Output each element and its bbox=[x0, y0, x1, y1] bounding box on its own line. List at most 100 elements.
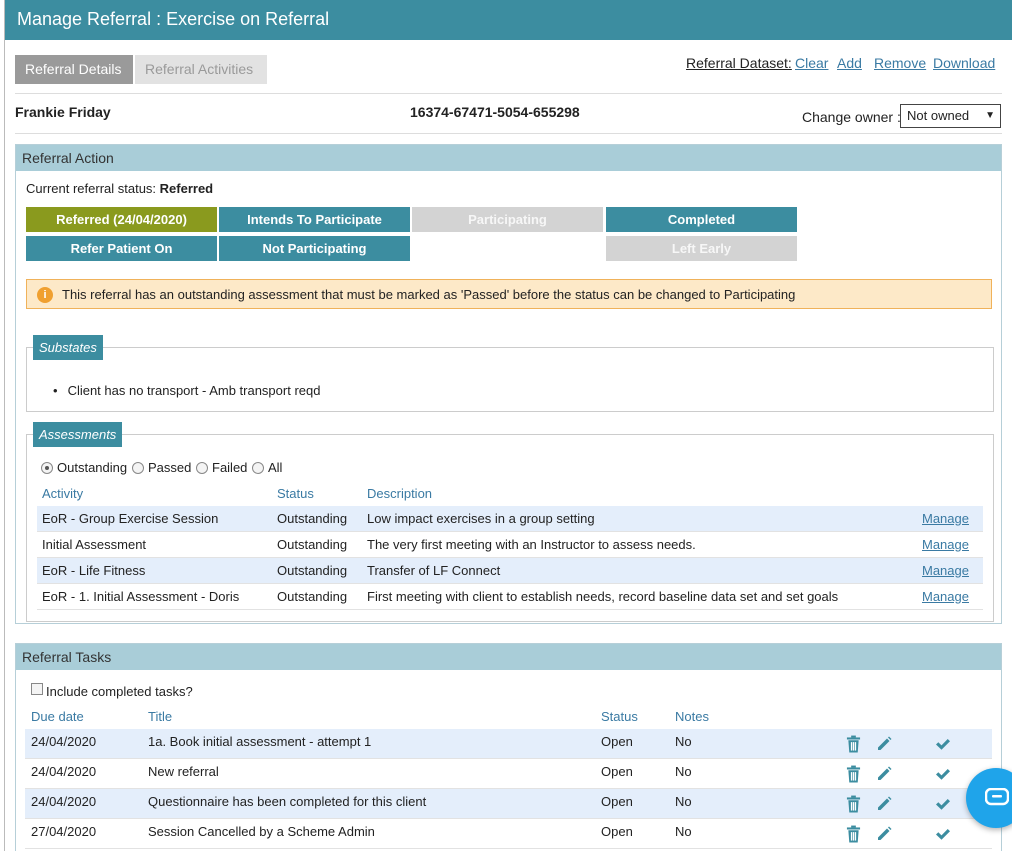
dataset-remove-link[interactable]: Remove bbox=[874, 55, 926, 71]
column-header-activity: Activity bbox=[42, 486, 84, 501]
pencil-icon[interactable] bbox=[876, 796, 892, 812]
cell-status: Open bbox=[601, 734, 633, 749]
status-button-intends-to-participate[interactable]: Intends To Participate bbox=[219, 207, 410, 232]
table-row: 24/04/2020 New referral Open No bbox=[25, 759, 992, 789]
trash-icon[interactable] bbox=[846, 735, 861, 753]
column-header-status: Status bbox=[601, 709, 638, 724]
cell-status: Open bbox=[601, 794, 633, 809]
chat-icon bbox=[985, 788, 1009, 806]
column-header-description: Description bbox=[367, 486, 433, 501]
cell-activity: EoR - Life Fitness bbox=[42, 563, 146, 578]
radio-icon[interactable] bbox=[196, 462, 208, 474]
chevron-down-icon: ▼ bbox=[985, 110, 995, 121]
cell-notes: No bbox=[675, 734, 692, 749]
cell-status: Outstanding bbox=[277, 511, 348, 526]
checkmark-icon[interactable] bbox=[935, 797, 951, 811]
filter-passed[interactable]: Passed bbox=[132, 460, 191, 475]
table-row: 24/04/2020 Questionnaire has been comple… bbox=[25, 789, 992, 819]
dataset-download-link[interactable]: Download bbox=[933, 55, 995, 71]
current-status: Current referral status: Referred bbox=[26, 181, 213, 196]
cell-activity: Initial Assessment bbox=[42, 537, 147, 552]
status-button-left-early: Left Early bbox=[606, 236, 797, 261]
cell-title: Questionnaire has been completed for thi… bbox=[148, 794, 427, 809]
substates-legend: Substates bbox=[33, 335, 103, 360]
status-button-referred[interactable]: Referred (24/04/2020) bbox=[26, 207, 217, 232]
pencil-icon[interactable] bbox=[876, 736, 892, 752]
client-reference: 16374-67471-5054-655298 bbox=[410, 104, 580, 120]
tab-referral-activities[interactable]: Referral Activities bbox=[135, 55, 267, 84]
manage-link[interactable]: Manage bbox=[922, 558, 969, 584]
cell-activity: EoR - 1. Initial Assessment - Doris bbox=[42, 589, 240, 604]
column-header-notes: Notes bbox=[675, 709, 709, 724]
filter-failed[interactable]: Failed bbox=[196, 460, 247, 475]
referral-tasks-heading: Referral Tasks bbox=[16, 644, 1001, 670]
change-owner-select[interactable]: Not owned ▼ bbox=[900, 104, 1001, 128]
status-button-completed[interactable]: Completed bbox=[606, 207, 797, 232]
radio-icon[interactable] bbox=[252, 462, 264, 474]
manage-link[interactable]: Manage bbox=[922, 584, 969, 610]
filter-all-label: All bbox=[268, 460, 283, 475]
include-completed-label: Include completed tasks? bbox=[46, 684, 193, 699]
cell-status: Outstanding bbox=[277, 537, 348, 552]
cell-due-date: 24/04/2020 bbox=[31, 764, 97, 779]
cell-due-date: 24/04/2020 bbox=[31, 734, 97, 749]
cell-notes: No bbox=[675, 764, 692, 779]
column-header-title: Title bbox=[148, 709, 173, 724]
cell-notes: No bbox=[675, 794, 692, 809]
cell-title: New referral bbox=[148, 764, 219, 779]
trash-icon[interactable] bbox=[846, 825, 861, 843]
filter-outstanding[interactable]: Outstanding bbox=[41, 460, 127, 475]
substates-fieldset: Substates • Client has no transport - Amb… bbox=[26, 335, 994, 412]
client-name: Frankie Friday bbox=[15, 104, 111, 120]
tab-referral-details[interactable]: Referral Details bbox=[15, 55, 133, 84]
filter-outstanding-label: Outstanding bbox=[57, 460, 128, 475]
referral-dataset-label: Referral Dataset: bbox=[686, 55, 792, 71]
pencil-icon[interactable] bbox=[876, 766, 892, 782]
current-status-value: Referred bbox=[159, 181, 214, 196]
status-button-refer-patient-on[interactable]: Refer Patient On bbox=[26, 236, 217, 261]
pencil-icon[interactable] bbox=[876, 826, 892, 842]
include-completed-checkbox[interactable] bbox=[31, 683, 43, 695]
cell-title: 1a. Book initial assessment - attempt 1 bbox=[148, 734, 372, 749]
cell-notes: No bbox=[675, 824, 692, 839]
filter-all[interactable]: All bbox=[252, 460, 282, 475]
table-row: Initial Assessment Outstanding The very … bbox=[37, 532, 983, 558]
manage-link[interactable]: Manage bbox=[922, 532, 969, 558]
window-title: Manage Referral : Exercise on Referral bbox=[5, 0, 1012, 40]
cell-activity: EoR - Group Exercise Session bbox=[42, 511, 219, 526]
filter-failed-label: Failed bbox=[212, 460, 248, 475]
table-row: EoR - Group Exercise Session Outstanding… bbox=[37, 506, 983, 532]
cell-due-date: 24/04/2020 bbox=[31, 794, 97, 809]
dataset-add-link[interactable]: Add bbox=[837, 55, 862, 71]
cell-description: Low impact exercises in a group setting bbox=[367, 511, 595, 526]
cell-description: The very first meeting with an Instructo… bbox=[367, 537, 696, 552]
checkmark-icon[interactable] bbox=[935, 737, 951, 751]
cell-status: Open bbox=[601, 764, 633, 779]
cell-description: Transfer of LF Connect bbox=[367, 563, 501, 578]
radio-icon[interactable] bbox=[132, 462, 144, 474]
assessments-legend: Assessments bbox=[33, 422, 123, 447]
table-row: 24/04/2020 1a. Book initial assessment -… bbox=[25, 729, 992, 759]
radio-checked-icon[interactable] bbox=[41, 462, 53, 474]
cell-description: First meeting with client to establish n… bbox=[367, 589, 839, 604]
warning-text: This referral has an outstanding assessm… bbox=[62, 287, 796, 302]
checkmark-icon[interactable] bbox=[935, 767, 951, 781]
manage-link[interactable]: Manage bbox=[922, 506, 969, 532]
change-owner-label: Change owner : bbox=[802, 109, 901, 125]
dataset-clear-link[interactable]: Clear bbox=[795, 55, 828, 71]
cell-status: Outstanding bbox=[277, 589, 348, 604]
cell-status: Open bbox=[601, 824, 633, 839]
referral-action-heading: Referral Action bbox=[16, 145, 1001, 171]
trash-icon[interactable] bbox=[846, 795, 861, 813]
table-row: EoR - Life Fitness Outstanding Transfer … bbox=[37, 558, 983, 584]
info-icon: i bbox=[37, 287, 53, 303]
table-row: 27/04/2020 Session Cancelled by a Scheme… bbox=[25, 819, 992, 849]
owner-select-value: Not owned bbox=[907, 108, 970, 123]
cell-status: Outstanding bbox=[277, 563, 348, 578]
filter-passed-label: Passed bbox=[148, 460, 192, 475]
status-button-not-participating[interactable]: Not Participating bbox=[219, 236, 410, 261]
checkmark-icon[interactable] bbox=[935, 827, 951, 841]
warning-message: i This referral has an outstanding asses… bbox=[26, 279, 992, 309]
trash-icon[interactable] bbox=[846, 765, 861, 783]
cell-due-date: 27/04/2020 bbox=[31, 824, 97, 839]
